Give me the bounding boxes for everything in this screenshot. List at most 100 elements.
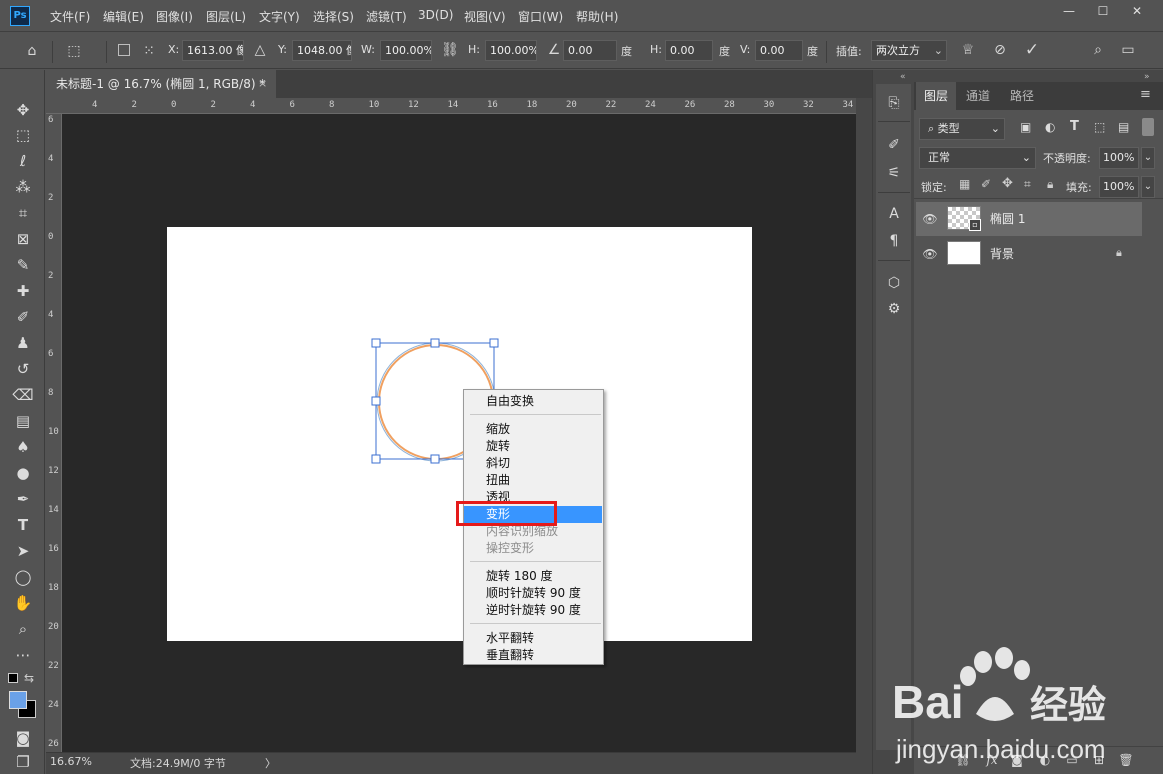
hskew-input[interactable]: 0.00 bbox=[665, 40, 713, 61]
home-icon[interactable]: ⌂ bbox=[22, 41, 42, 61]
crop-tool-icon[interactable]: ⌗ bbox=[8, 202, 38, 224]
filter-adjustment-icon[interactable]: ◐ bbox=[1045, 120, 1055, 134]
gradient-tool-icon[interactable]: ▤ bbox=[8, 410, 38, 432]
quick-select-tool-icon[interactable]: ⁂ bbox=[8, 176, 38, 198]
reference-point-checkbox[interactable] bbox=[118, 44, 130, 56]
eyedropper-tool-icon[interactable]: ✎ bbox=[8, 254, 38, 276]
menu-filter[interactable]: 滤镜(T) bbox=[366, 8, 407, 25]
menu-item-rotate-180[interactable]: 旋转 180 度 bbox=[464, 568, 602, 585]
type-tool-icon[interactable]: T bbox=[8, 514, 38, 536]
blur-tool-icon[interactable]: ♠ bbox=[8, 436, 38, 458]
pen-tool-icon[interactable]: ✒ bbox=[8, 488, 38, 510]
menu-item-rotate[interactable]: 旋转 bbox=[464, 438, 602, 455]
menu-type[interactable]: 文字(Y) bbox=[259, 8, 300, 25]
menu-item-free-transform[interactable]: 自由变换 bbox=[464, 393, 602, 410]
screen-mode-icon[interactable]: ❐ bbox=[8, 751, 38, 773]
close-document-icon[interactable]: × bbox=[258, 77, 267, 90]
properties-panel-icon[interactable]: ⚙ bbox=[881, 298, 907, 320]
menu-item-distort[interactable]: 扭曲 bbox=[464, 472, 602, 489]
menu-item-flip-horizontal[interactable]: 水平翻转 bbox=[464, 630, 602, 647]
minimize-icon[interactable]: — bbox=[1052, 2, 1086, 22]
more-tools-icon[interactable]: ⋯ bbox=[8, 644, 38, 666]
lock-position-icon[interactable]: ✥ bbox=[1002, 176, 1013, 191]
transform-handle-left[interactable] bbox=[371, 396, 381, 406]
menu-item-flip-vertical[interactable]: 垂直翻转 bbox=[464, 647, 602, 664]
filter-shape-icon[interactable]: ⬚ bbox=[1094, 120, 1105, 134]
collapse-dock-icon[interactable]: « bbox=[900, 72, 906, 82]
x-input[interactable]: 1613.00 像 bbox=[182, 40, 244, 61]
panel-menu-icon[interactable]: ≡ bbox=[1140, 87, 1151, 102]
status-menu-arrow-icon[interactable]: 〉 bbox=[265, 755, 276, 771]
menu-view[interactable]: 视图(V) bbox=[464, 8, 506, 25]
search-icon[interactable]: ⌕ bbox=[1088, 40, 1108, 60]
opacity-dropdown-icon[interactable]: ⌄ bbox=[1141, 147, 1155, 169]
h-input[interactable]: 100.00% bbox=[485, 40, 537, 61]
lock-icon[interactable]: 🔒︎ bbox=[1116, 246, 1122, 260]
reference-point-grid-icon[interactable]: ⁙ bbox=[139, 41, 159, 61]
brush-tool-icon[interactable]: ✐ bbox=[8, 306, 38, 328]
fill-dropdown-icon[interactable]: ⌄ bbox=[1141, 176, 1155, 198]
angle-input[interactable]: 0.00 bbox=[563, 40, 617, 61]
frame-tool-icon[interactable]: ⊠ bbox=[8, 228, 38, 250]
transform-tool-icon[interactable]: ⬚ bbox=[64, 41, 84, 61]
eraser-tool-icon[interactable]: ⌫ bbox=[8, 384, 38, 406]
transform-handle-bottom-left[interactable] bbox=[371, 454, 381, 464]
lock-all-icon[interactable]: 🔒︎ bbox=[1047, 177, 1053, 192]
move-tool-icon[interactable]: ✥ bbox=[8, 99, 38, 121]
delta-icon[interactable]: △ bbox=[250, 40, 270, 60]
history-brush-tool-icon[interactable]: ↺ bbox=[8, 358, 38, 380]
workspace-icon[interactable]: ▭ bbox=[1118, 40, 1138, 60]
close-icon[interactable]: ✕ bbox=[1120, 2, 1154, 22]
dodge-tool-icon[interactable]: ● bbox=[8, 462, 38, 484]
ellipse-tool-icon[interactable]: ◯ bbox=[8, 566, 38, 588]
menu-item-rotate-90-ccw[interactable]: 逆时针旋转 90 度 bbox=[464, 602, 602, 619]
menu-file[interactable]: 文件(F) bbox=[50, 8, 90, 25]
default-colors-icon[interactable] bbox=[8, 673, 18, 683]
vertical-scrollbar[interactable] bbox=[856, 98, 872, 774]
tab-channels[interactable]: 通道 bbox=[958, 82, 998, 110]
y-input[interactable]: 1048.00 像 bbox=[292, 40, 352, 61]
menu-help[interactable]: 帮助(H) bbox=[576, 8, 618, 25]
menu-select[interactable]: 选择(S) bbox=[313, 8, 354, 25]
blend-mode-select[interactable]: 正常 ⌄ bbox=[919, 147, 1036, 169]
transform-handle-top-right[interactable] bbox=[489, 338, 499, 348]
lasso-tool-icon[interactable]: ℓ bbox=[8, 150, 38, 172]
menu-image[interactable]: 图像(I) bbox=[156, 8, 193, 25]
menu-layer[interactable]: 图层(L) bbox=[206, 8, 246, 25]
menu-3d[interactable]: 3D(D) bbox=[418, 8, 453, 22]
filter-type-icon[interactable]: T bbox=[1070, 119, 1079, 134]
healing-brush-tool-icon[interactable]: ✚ bbox=[8, 280, 38, 302]
lock-artboard-icon[interactable]: ⌗ bbox=[1024, 177, 1031, 192]
zoom-level[interactable]: 16.67% bbox=[50, 755, 92, 768]
stamp-tool-icon[interactable]: ♟ bbox=[8, 332, 38, 354]
tab-paths[interactable]: 路径 bbox=[1002, 82, 1042, 110]
visibility-eye-icon[interactable]: 👁︎ bbox=[922, 202, 938, 236]
filter-pixel-icon[interactable]: ▣ bbox=[1020, 120, 1031, 134]
filter-smart-object-icon[interactable]: ▤ bbox=[1118, 120, 1129, 134]
menu-edit[interactable]: 编辑(E) bbox=[103, 8, 144, 25]
collapse-panel-icon[interactable]: » bbox=[1144, 72, 1150, 82]
maximize-icon[interactable]: ☐ bbox=[1086, 2, 1120, 22]
tab-layers[interactable]: 图层 bbox=[916, 82, 957, 110]
warp-mode-icon[interactable]: ♕ bbox=[958, 40, 978, 60]
adjustments-panel-icon[interactable]: ⚟ bbox=[881, 162, 907, 184]
marquee-tool-icon[interactable]: ⬚ bbox=[8, 124, 38, 146]
transform-handle-bottom[interactable] bbox=[430, 454, 440, 464]
hand-tool-icon[interactable]: ✋ bbox=[8, 592, 38, 614]
vskew-input[interactable]: 0.00 bbox=[755, 40, 803, 61]
lock-pixels-icon[interactable]: ✐ bbox=[981, 177, 991, 191]
transform-handle-top-left[interactable] bbox=[371, 338, 381, 348]
cancel-transform-icon[interactable]: ⊘ bbox=[990, 40, 1010, 60]
lock-transparent-icon[interactable]: ▦ bbox=[959, 177, 970, 191]
visibility-eye-icon[interactable]: 👁︎ bbox=[922, 237, 938, 271]
menu-item-scale[interactable]: 缩放 bbox=[464, 421, 602, 438]
interpolation-select[interactable]: 两次立方 ⌄ bbox=[871, 40, 947, 61]
swap-colors-icon[interactable]: ⇆ bbox=[24, 671, 34, 685]
transform-handle-top[interactable] bbox=[430, 338, 440, 348]
layer-filter-select[interactable]: ⌕ 类型 ⌄ bbox=[919, 118, 1005, 140]
commit-transform-icon[interactable]: ✓ bbox=[1022, 40, 1042, 60]
brush-settings-icon[interactable]: ✐ bbox=[881, 134, 907, 156]
layer-name[interactable]: 椭圆 1 bbox=[990, 202, 1025, 236]
layer-name[interactable]: 背景 bbox=[990, 237, 1014, 271]
w-input[interactable]: 100.00% bbox=[380, 40, 432, 61]
